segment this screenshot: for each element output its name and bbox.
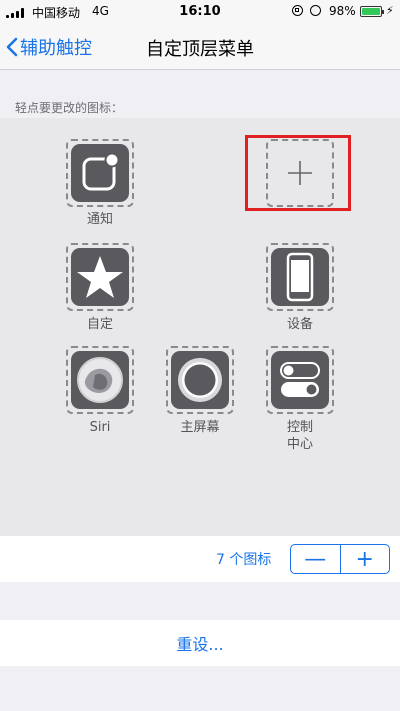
icon-label-siri: Siri	[89, 420, 111, 435]
icon-label-device: 设备	[286, 317, 313, 332]
battery-percent: 98%	[329, 4, 356, 18]
star-icon	[71, 248, 129, 306]
icon-count-label: 7 个图标	[216, 552, 272, 568]
section-label: 轻点要更改的图标：	[15, 101, 124, 115]
notification-icon	[71, 144, 129, 202]
siri-icon	[71, 351, 129, 409]
nav-bar: 辅助触控 自定顶层菜单	[0, 24, 400, 70]
reset-button[interactable]: 重设...	[0, 620, 400, 666]
icon-label-notify: 通知	[86, 212, 113, 227]
toggle-switch-icon	[271, 351, 329, 409]
icon-slot-home[interactable]	[166, 346, 234, 414]
orientation-lock-icon	[292, 5, 303, 16]
icon-label-custom: 自定	[86, 317, 113, 332]
icon-count-stepper: — +	[290, 544, 390, 574]
icon-label-control-center: 控制 中心	[286, 420, 313, 452]
icon-slot-custom[interactable]	[66, 243, 134, 311]
highlight-box	[245, 135, 351, 211]
icon-slot-device[interactable]	[266, 243, 334, 311]
page-title: 自定顶层菜单	[146, 39, 254, 60]
icon-label-home: 主屏幕	[180, 420, 220, 435]
home-button-icon	[171, 351, 229, 409]
alarm-icon	[310, 5, 321, 16]
charging-icon: ⚡	[386, 4, 394, 17]
increase-button[interactable]: +	[341, 545, 390, 573]
icon-slot-notify[interactable]	[66, 139, 134, 207]
device-icon	[271, 248, 329, 306]
icon-slot-control-center[interactable]	[266, 346, 334, 414]
battery-icon	[360, 6, 384, 17]
icon-count-row: 7 个图标 — +	[0, 536, 400, 582]
icon-slot-siri[interactable]	[66, 346, 134, 414]
decrease-button[interactable]: —	[291, 545, 341, 573]
status-bar: 中国移动 4G 16:10 98% ⚡	[0, 0, 400, 24]
